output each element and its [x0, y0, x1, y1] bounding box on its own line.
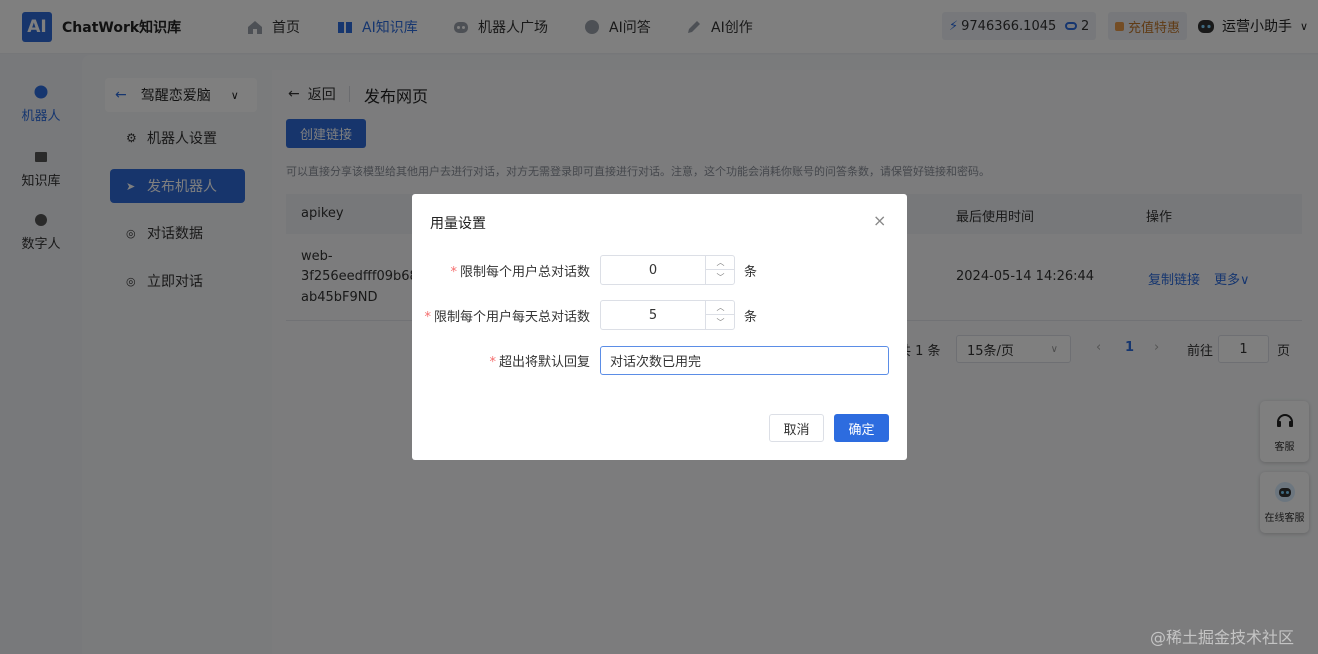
decrement-button[interactable]: ﹀ [706, 315, 735, 329]
app-root: AI ChatWork知识库 首页 AI知识库 机器人广场 AI问答 AI创作 … [0, 0, 1318, 654]
required-asterisk: * [424, 310, 431, 325]
total-limit-label-text: 限制每个用户总对话数 [459, 265, 590, 280]
decrement-button[interactable]: ﹀ [706, 270, 735, 284]
total-limit-value[interactable]: 0 [601, 256, 705, 284]
cancel-button[interactable]: 取消 [769, 414, 824, 442]
total-limit-unit: 条 [744, 265, 758, 280]
usage-settings-dialog: 用量设置 × * 限制每个用户总对话数 0 ︿ ﹀ 条 * 限制每个用户每天总对话数… [412, 194, 907, 460]
dialog-title: 用量设置 [430, 216, 486, 232]
default-reply-input[interactable] [600, 346, 889, 375]
daily-limit-stepper[interactable]: 5 ︿ ﹀ [600, 300, 735, 330]
close-icon[interactable]: × [873, 211, 886, 230]
increment-button[interactable]: ︿ [706, 301, 735, 315]
confirm-button[interactable]: 确定 [834, 414, 889, 442]
required-asterisk: * [489, 355, 496, 370]
daily-limit-label: * 限制每个用户每天总对话数 [412, 306, 590, 325]
default-reply-label-text: 超出将默认回复 [498, 355, 590, 370]
daily-limit-value[interactable]: 5 [601, 301, 705, 329]
required-asterisk: * [450, 265, 457, 280]
stepper-arrows: ︿ ﹀ [705, 301, 735, 329]
total-limit-stepper[interactable]: 0 ︿ ﹀ [600, 255, 735, 285]
stepper-arrows: ︿ ﹀ [705, 256, 735, 284]
default-reply-label: * 超出将默认回复 [412, 351, 590, 370]
watermark: @稀土掘金技术社区 [1150, 628, 1295, 647]
daily-limit-label-text: 限制每个用户每天总对话数 [433, 310, 590, 325]
increment-button[interactable]: ︿ [706, 256, 735, 270]
total-limit-label: * 限制每个用户总对话数 [412, 261, 590, 280]
daily-limit-unit: 条 [744, 310, 758, 325]
